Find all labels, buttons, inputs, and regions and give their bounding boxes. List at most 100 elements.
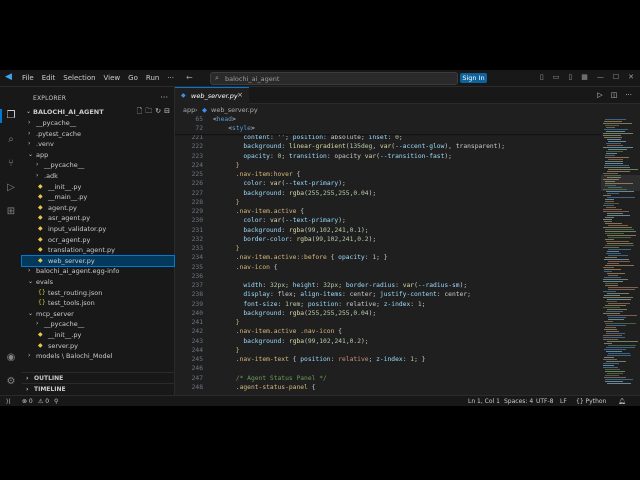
run-icon[interactable]: ▷ <box>597 91 602 99</box>
minimap-line <box>607 373 623 374</box>
minimap-line <box>603 337 625 338</box>
minimap[interactable] <box>601 115 640 395</box>
minimap-line <box>606 361 626 362</box>
tree-folder[interactable]: › .adk <box>22 171 174 182</box>
sticky-scroll-line[interactable] <box>175 116 601 126</box>
extensions-icon[interactable]: ⊞ <box>5 206 17 218</box>
tree-file[interactable]: ◆ input_validator.py <box>22 224 174 235</box>
minimap-line <box>605 245 634 246</box>
indentation[interactable]: Spaces: 4 <box>504 398 533 405</box>
maximize-icon[interactable]: ☐ <box>613 73 619 81</box>
back-arrow-icon[interactable]: ← <box>186 73 193 82</box>
line-number: 227 <box>191 189 203 197</box>
outline-section[interactable]: › OUTLINE <box>22 372 174 383</box>
minimap-line <box>604 321 613 322</box>
notifications-bell-icon[interactable]: 🔔︎ <box>618 398 626 405</box>
tree-file[interactable]: {} test_routing.json <box>22 288 174 299</box>
minimap-line <box>603 173 618 174</box>
refresh-icon[interactable]: ↻ <box>155 107 161 118</box>
close-icon[interactable]: ✕ <box>628 73 634 81</box>
minimap-line <box>603 133 633 134</box>
tree-file[interactable]: ◆ translation_agent.py <box>22 245 174 256</box>
remote-indicator-icon[interactable]: ⟩⟨ <box>6 398 11 405</box>
menu-edit[interactable]: Edit <box>42 74 56 82</box>
tree-folder[interactable]: › models \ Balochi_Model <box>22 351 174 362</box>
more-actions-icon[interactable]: ··· <box>625 91 632 99</box>
menu-file[interactable]: File <box>22 74 34 82</box>
menu-run[interactable]: Run <box>146 74 159 82</box>
split-editor-icon[interactable]: ◫ <box>611 91 618 99</box>
menu-selection[interactable]: Selection <box>63 74 95 82</box>
code-line: .nav-item:hover { <box>235 171 301 178</box>
search-icon[interactable]: ⌕ <box>5 134 17 146</box>
json-file-icon: {} <box>38 288 46 296</box>
minimap-line <box>607 383 631 384</box>
toggle-primary-sidebar-icon[interactable]: ▯ <box>540 73 544 81</box>
explorer-more-actions-icon[interactable]: ··· <box>160 93 168 102</box>
minimap-line <box>604 203 619 204</box>
settings-gear-icon[interactable]: ⚙ <box>5 376 17 388</box>
menu-more[interactable]: ··· <box>167 74 174 82</box>
menu-view[interactable]: View <box>104 74 121 82</box>
tree-folder[interactable]: ⌄ app <box>22 150 174 161</box>
cursor-position[interactable]: Ln 1, Col 1 <box>468 398 500 405</box>
minimap-line <box>607 213 623 214</box>
tree-folder[interactable]: › .venv <box>22 139 174 150</box>
minimap-line <box>605 327 616 328</box>
end-of-line[interactable]: LF <box>560 398 567 405</box>
tree-file[interactable]: ◆ asr_agent.py <box>22 213 174 224</box>
tree-folder[interactable]: ⌄ mcp_server <box>22 309 174 320</box>
code-editor[interactable]: 221 content: ''; position: absolute; inse… <box>175 115 601 395</box>
warnings-count[interactable]: ⚠ 0 <box>38 398 49 405</box>
tree-file[interactable]: ◆ server.py <box>22 341 174 352</box>
new-file-icon[interactable]: 🗋 <box>137 107 143 118</box>
tree-item-label: app <box>36 150 49 159</box>
tree-folder[interactable]: › __pycache__ <box>22 319 174 330</box>
command-center-search[interactable]: ⌕ balochi_ai_agent <box>210 72 458 85</box>
encoding[interactable]: UTF-8 <box>536 398 554 405</box>
project-header[interactable]: ⌄ BALOCHI_AI_AGENT 🗋 🗀 ↻ ⊟ <box>26 107 174 118</box>
language-mode[interactable]: {} Python <box>576 398 606 405</box>
customize-layout-icon[interactable]: ▦ <box>581 73 588 81</box>
sign-in-button[interactable]: Sign In <box>460 73 487 83</box>
run-debug-icon[interactable]: ▷ <box>5 182 17 194</box>
tree-file[interactable]: ◆ __init__.py <box>22 330 174 341</box>
tree-folder[interactable]: › balochi_ai_agent.egg-info <box>22 266 174 277</box>
toggle-panel-icon[interactable]: ▭ <box>553 73 560 81</box>
account-icon[interactable]: ◉ <box>5 352 17 364</box>
tree-file[interactable]: ◆ web_server.py <box>21 254 175 268</box>
tree-file[interactable]: ◆ __main__.py <box>22 192 174 203</box>
tree-folder[interactable]: ⌄ evals <box>22 277 174 288</box>
minimap-line <box>607 215 630 216</box>
collapse-all-icon[interactable]: ⊟ <box>164 107 170 118</box>
minimap-line <box>608 149 627 150</box>
timeline-section[interactable]: › TIMELINE <box>22 383 174 394</box>
ports-icon[interactable]: ⚲ <box>54 398 58 405</box>
minimap-line <box>608 287 638 288</box>
tree-folder[interactable]: › __pycache__ <box>22 118 174 129</box>
minimap-line <box>603 279 628 280</box>
menu-go[interactable]: Go <box>128 74 138 82</box>
tree-file[interactable]: ◆ agent.py <box>22 203 174 214</box>
new-folder-icon[interactable]: 🗀 <box>145 107 152 118</box>
errors-count[interactable]: ⊗ 0 <box>22 398 33 405</box>
tree-folder[interactable]: › __pycache__ <box>22 160 174 171</box>
minimap-line <box>604 167 630 168</box>
minimap-line <box>607 243 633 244</box>
minimap-line <box>605 229 634 230</box>
tree-file[interactable]: ◆ __init__.py <box>22 182 174 193</box>
close-tab-icon[interactable]: × <box>237 91 243 99</box>
toggle-secondary-sidebar-icon[interactable]: ▯ <box>568 73 572 81</box>
explorer-icon[interactable]: ❐ <box>5 110 17 122</box>
tree-folder[interactable]: › .pytest_cache <box>22 129 174 140</box>
status-bar: ⟩⟨ ⊗ 0 ⚠ 0 ⚲ Ln 1, Col 1 Spaces: 4 UTF-8… <box>0 395 640 406</box>
project-name: BALOCHI_AI_AGENT <box>33 108 104 116</box>
source-control-icon[interactable]: ⑂ <box>5 158 17 170</box>
chevron-right-icon: › <box>36 161 39 169</box>
minimize-icon[interactable]: — <box>597 73 604 81</box>
tree-file[interactable]: {} test_tools.json <box>22 298 174 309</box>
breadcrumb-item-app[interactable]: app <box>183 106 195 114</box>
tab-web-server-py[interactable]: ◆ web_server.py × <box>175 87 249 104</box>
tree-file[interactable]: ◆ ocr_agent.py <box>22 235 174 246</box>
breadcrumb-item-file[interactable]: web_server.py <box>211 106 258 114</box>
